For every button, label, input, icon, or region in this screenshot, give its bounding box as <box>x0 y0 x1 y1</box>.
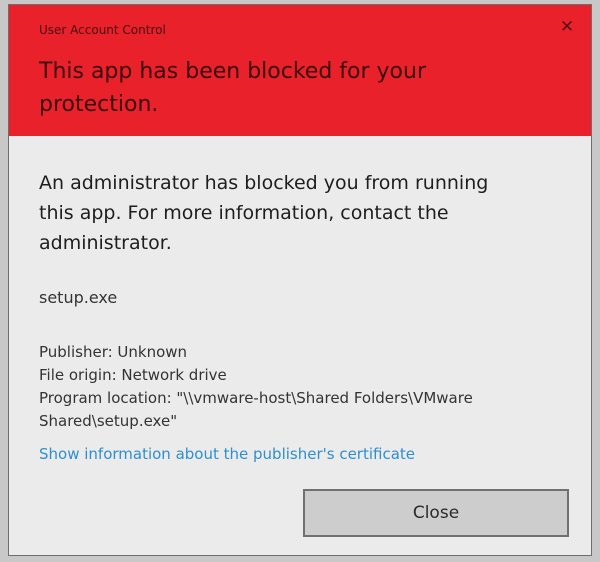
program-location-line-2: Shared\setup.exe" <box>39 412 178 430</box>
admin-message: An administrator has blocked you from ru… <box>39 172 489 254</box>
close-icon[interactable]: ✕ <box>557 17 577 37</box>
close-button[interactable]: Close <box>303 489 569 537</box>
publisher-info: Publisher: Unknown <box>39 343 188 361</box>
publisher-certificate-link[interactable]: Show information about the publisher's c… <box>39 445 415 463</box>
file-origin-info: File origin: Network drive <box>39 366 227 384</box>
blocked-headline: This app has been blocked for your prote… <box>39 59 426 117</box>
dialog-header: User Account Control ✕ This app has been… <box>9 5 591 136</box>
program-name: setup.exe <box>39 288 118 307</box>
program-location-line-1: Program location: "\\vmware-host\Shared … <box>39 389 473 407</box>
window-title: User Account Control <box>39 23 166 37</box>
uac-dialog: User Account Control ✕ This app has been… <box>8 4 592 556</box>
program-details: Publisher: Unknown File origin: Network … <box>39 341 569 433</box>
